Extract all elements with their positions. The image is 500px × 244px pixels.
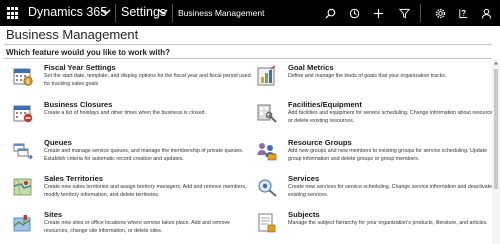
feature-title[interactable]: Queues xyxy=(44,138,72,147)
search-icon[interactable] xyxy=(322,5,338,21)
divider xyxy=(172,4,173,22)
feature-description: Create new sales territories and assign … xyxy=(44,184,247,198)
goal-metrics-icon xyxy=(257,65,276,86)
vertical-scrollbar[interactable] xyxy=(492,59,500,244)
feature-business-closures[interactable]: Business Closures Create a list of holid… xyxy=(12,100,248,132)
feature-description: Add new groups and new members to existi… xyxy=(288,148,488,162)
top-navigation-bar: Dynamics 365 Settings Business Managemen… xyxy=(0,0,500,26)
breadcrumb[interactable]: Business Management xyxy=(178,8,264,18)
feature-resource-groups[interactable]: Resource Groups Add new groups and new m… xyxy=(256,138,492,170)
territories-icon xyxy=(13,178,32,196)
feature-facilities-equipment[interactable]: Facilities/Equipment Add facilities and … xyxy=(256,100,496,132)
gear-icon[interactable] xyxy=(432,5,448,21)
feature-goal-metrics[interactable]: Goal Metrics Define and manage the kinds… xyxy=(256,63,492,95)
feature-title[interactable]: Sales Territories xyxy=(44,174,103,183)
feature-description: Create new sites or office locations whe… xyxy=(44,220,230,234)
app-name[interactable]: Dynamics 365 xyxy=(28,5,107,19)
help-icon[interactable] xyxy=(455,5,471,21)
filter-icon[interactable] xyxy=(396,5,412,21)
divider xyxy=(4,58,492,59)
history-icon[interactable] xyxy=(346,5,362,21)
feature-subjects[interactable]: Subjects Manage the subject hierarchy fo… xyxy=(256,210,492,242)
feature-services[interactable]: Services Create new services for service… xyxy=(256,174,492,206)
feature-title[interactable]: Resource Groups xyxy=(288,138,352,147)
scrollbar-thumb[interactable] xyxy=(494,69,498,189)
scroll-up-arrow-icon[interactable] xyxy=(493,60,499,66)
feature-title[interactable]: Subjects xyxy=(288,210,320,219)
feature-queues[interactable]: Queues Create and manage service queues,… xyxy=(12,138,248,170)
feature-title[interactable]: Goal Metrics xyxy=(288,63,334,72)
divider xyxy=(420,4,421,22)
feature-title[interactable]: Facilities/Equipment xyxy=(288,100,362,109)
feature-description: Create and manage service queues, and ma… xyxy=(44,148,244,162)
divider xyxy=(115,4,116,22)
feature-title[interactable]: Services xyxy=(288,174,319,183)
feature-title[interactable]: Fiscal Year Settings xyxy=(44,63,116,72)
plus-icon[interactable] xyxy=(370,5,386,21)
feature-title[interactable]: Sites xyxy=(44,210,62,219)
feature-sales-territories[interactable]: Sales Territories Create new sales terri… xyxy=(12,174,248,206)
feature-title[interactable]: Business Closures xyxy=(44,100,112,109)
divider xyxy=(4,44,492,45)
calendar-icon: $ xyxy=(13,68,33,86)
chevron-down-icon[interactable] xyxy=(157,5,169,19)
equipment-icon xyxy=(257,104,277,123)
feature-description: Set the start date, template, and displa… xyxy=(44,73,251,87)
sites-icon xyxy=(13,215,31,232)
resource-groups-icon xyxy=(257,143,277,161)
feature-fiscal-year-settings[interactable]: $ Fiscal Year Settings Set the start dat… xyxy=(12,63,251,95)
closure-calendar-icon xyxy=(13,105,33,123)
page-title: Business Management xyxy=(6,27,139,42)
subjects-icon xyxy=(258,213,276,233)
feature-description: Manage the subject hierarchy for your or… xyxy=(288,220,488,226)
app-launcher-icon[interactable] xyxy=(0,0,25,26)
section-prompt: Which feature would you like to work wit… xyxy=(6,48,171,57)
feature-description: Create a list of holidays and other time… xyxy=(44,110,206,116)
user-icon[interactable] xyxy=(478,5,494,21)
feature-sites[interactable]: Sites Create new sites or office locatio… xyxy=(12,210,248,242)
feature-description: Define and manage the kinds of goals tha… xyxy=(288,73,447,79)
chevron-down-icon[interactable] xyxy=(100,5,112,19)
feature-description: Create new services for service scheduli… xyxy=(288,184,493,198)
svg-text:$: $ xyxy=(26,78,30,85)
services-icon xyxy=(258,179,277,197)
queue-icon xyxy=(13,143,33,160)
feature-description: Add facilities and equipment for service… xyxy=(288,110,496,124)
